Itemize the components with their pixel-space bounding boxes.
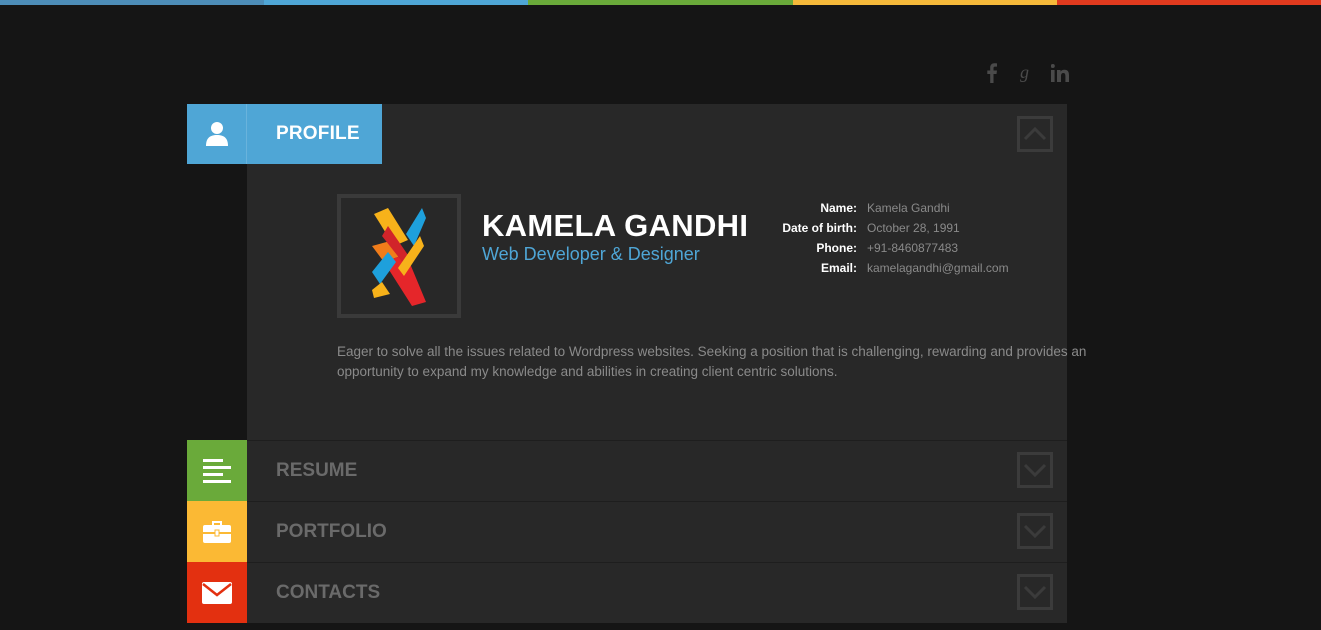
portfolio-section: PORTFOLIO	[187, 501, 1067, 562]
linkedin-icon[interactable]	[1043, 60, 1077, 86]
info-label: Phone:	[816, 241, 857, 255]
top-color-bar	[0, 0, 1321, 5]
tab-profile[interactable]: PROFILE	[187, 104, 382, 164]
tab-contacts[interactable]: CONTACTS	[247, 562, 1067, 623]
info-row-dob: Date of birth: October 28, 1991	[765, 218, 1009, 238]
info-row-phone: Phone: +91-8460877483	[765, 238, 1009, 258]
info-label: Name:	[820, 201, 857, 215]
tab-label: PORTFOLIO	[276, 521, 387, 542]
avatar	[337, 194, 461, 318]
info-value[interactable]: kamelagandhi@gmail.com	[867, 261, 1009, 275]
facebook-icon[interactable]	[975, 60, 1009, 86]
svg-text:g: g	[1020, 63, 1029, 82]
user-icon	[205, 122, 228, 146]
info-label: Date of birth:	[782, 221, 857, 235]
expand-button[interactable]	[1017, 574, 1053, 610]
tab-label: RESUME	[276, 460, 358, 481]
tab-portfolio[interactable]: PORTFOLIO	[247, 501, 1067, 562]
google-plus-icon[interactable]: g	[1009, 60, 1043, 86]
chevron-down-icon	[1023, 524, 1047, 538]
envelope-icon	[202, 581, 232, 604]
profile-section: KAMELA GANDHI Web Developer & Designer N…	[187, 104, 1086, 440]
tab-label: CONTACTS	[276, 582, 381, 603]
chevron-up-icon	[1023, 127, 1047, 141]
profile-summary: Eager to solve all the issues related to…	[337, 344, 1087, 379]
resume-section: RESUME	[187, 440, 1067, 501]
resume-icon	[203, 458, 231, 483]
tab-resume[interactable]: RESUME	[247, 440, 1067, 501]
info-row-name: Name: Kamela Gandhi	[765, 198, 1009, 218]
contacts-section: CONTACTS	[187, 562, 1067, 623]
tab-label: PROFILE	[276, 123, 360, 144]
collapse-button[interactable]	[1017, 116, 1053, 152]
profile-info-list: Name: Kamela Gandhi Date of birth: Octob…	[765, 198, 1009, 278]
expand-button[interactable]	[1017, 452, 1053, 488]
expand-button[interactable]	[1017, 513, 1053, 549]
info-label: Email:	[820, 261, 857, 275]
info-value: +91-8460877483	[867, 241, 959, 255]
profile-role: Web Developer & Designer	[482, 244, 700, 264]
chevron-down-icon	[1023, 463, 1047, 477]
resume-accordion: KAMELA GANDHI Web Developer & Designer N…	[187, 104, 1086, 623]
logo-icon	[372, 208, 426, 306]
briefcase-icon	[203, 520, 231, 543]
info-row-email: Email: kamelagandhi@gmail.com	[765, 258, 1009, 278]
profile-name: KAMELA GANDHI	[482, 208, 749, 243]
info-value: October 28, 1991	[867, 221, 960, 235]
social-links: g	[975, 60, 1077, 86]
chevron-down-icon	[1023, 585, 1047, 599]
info-value: Kamela Gandhi	[867, 201, 950, 215]
